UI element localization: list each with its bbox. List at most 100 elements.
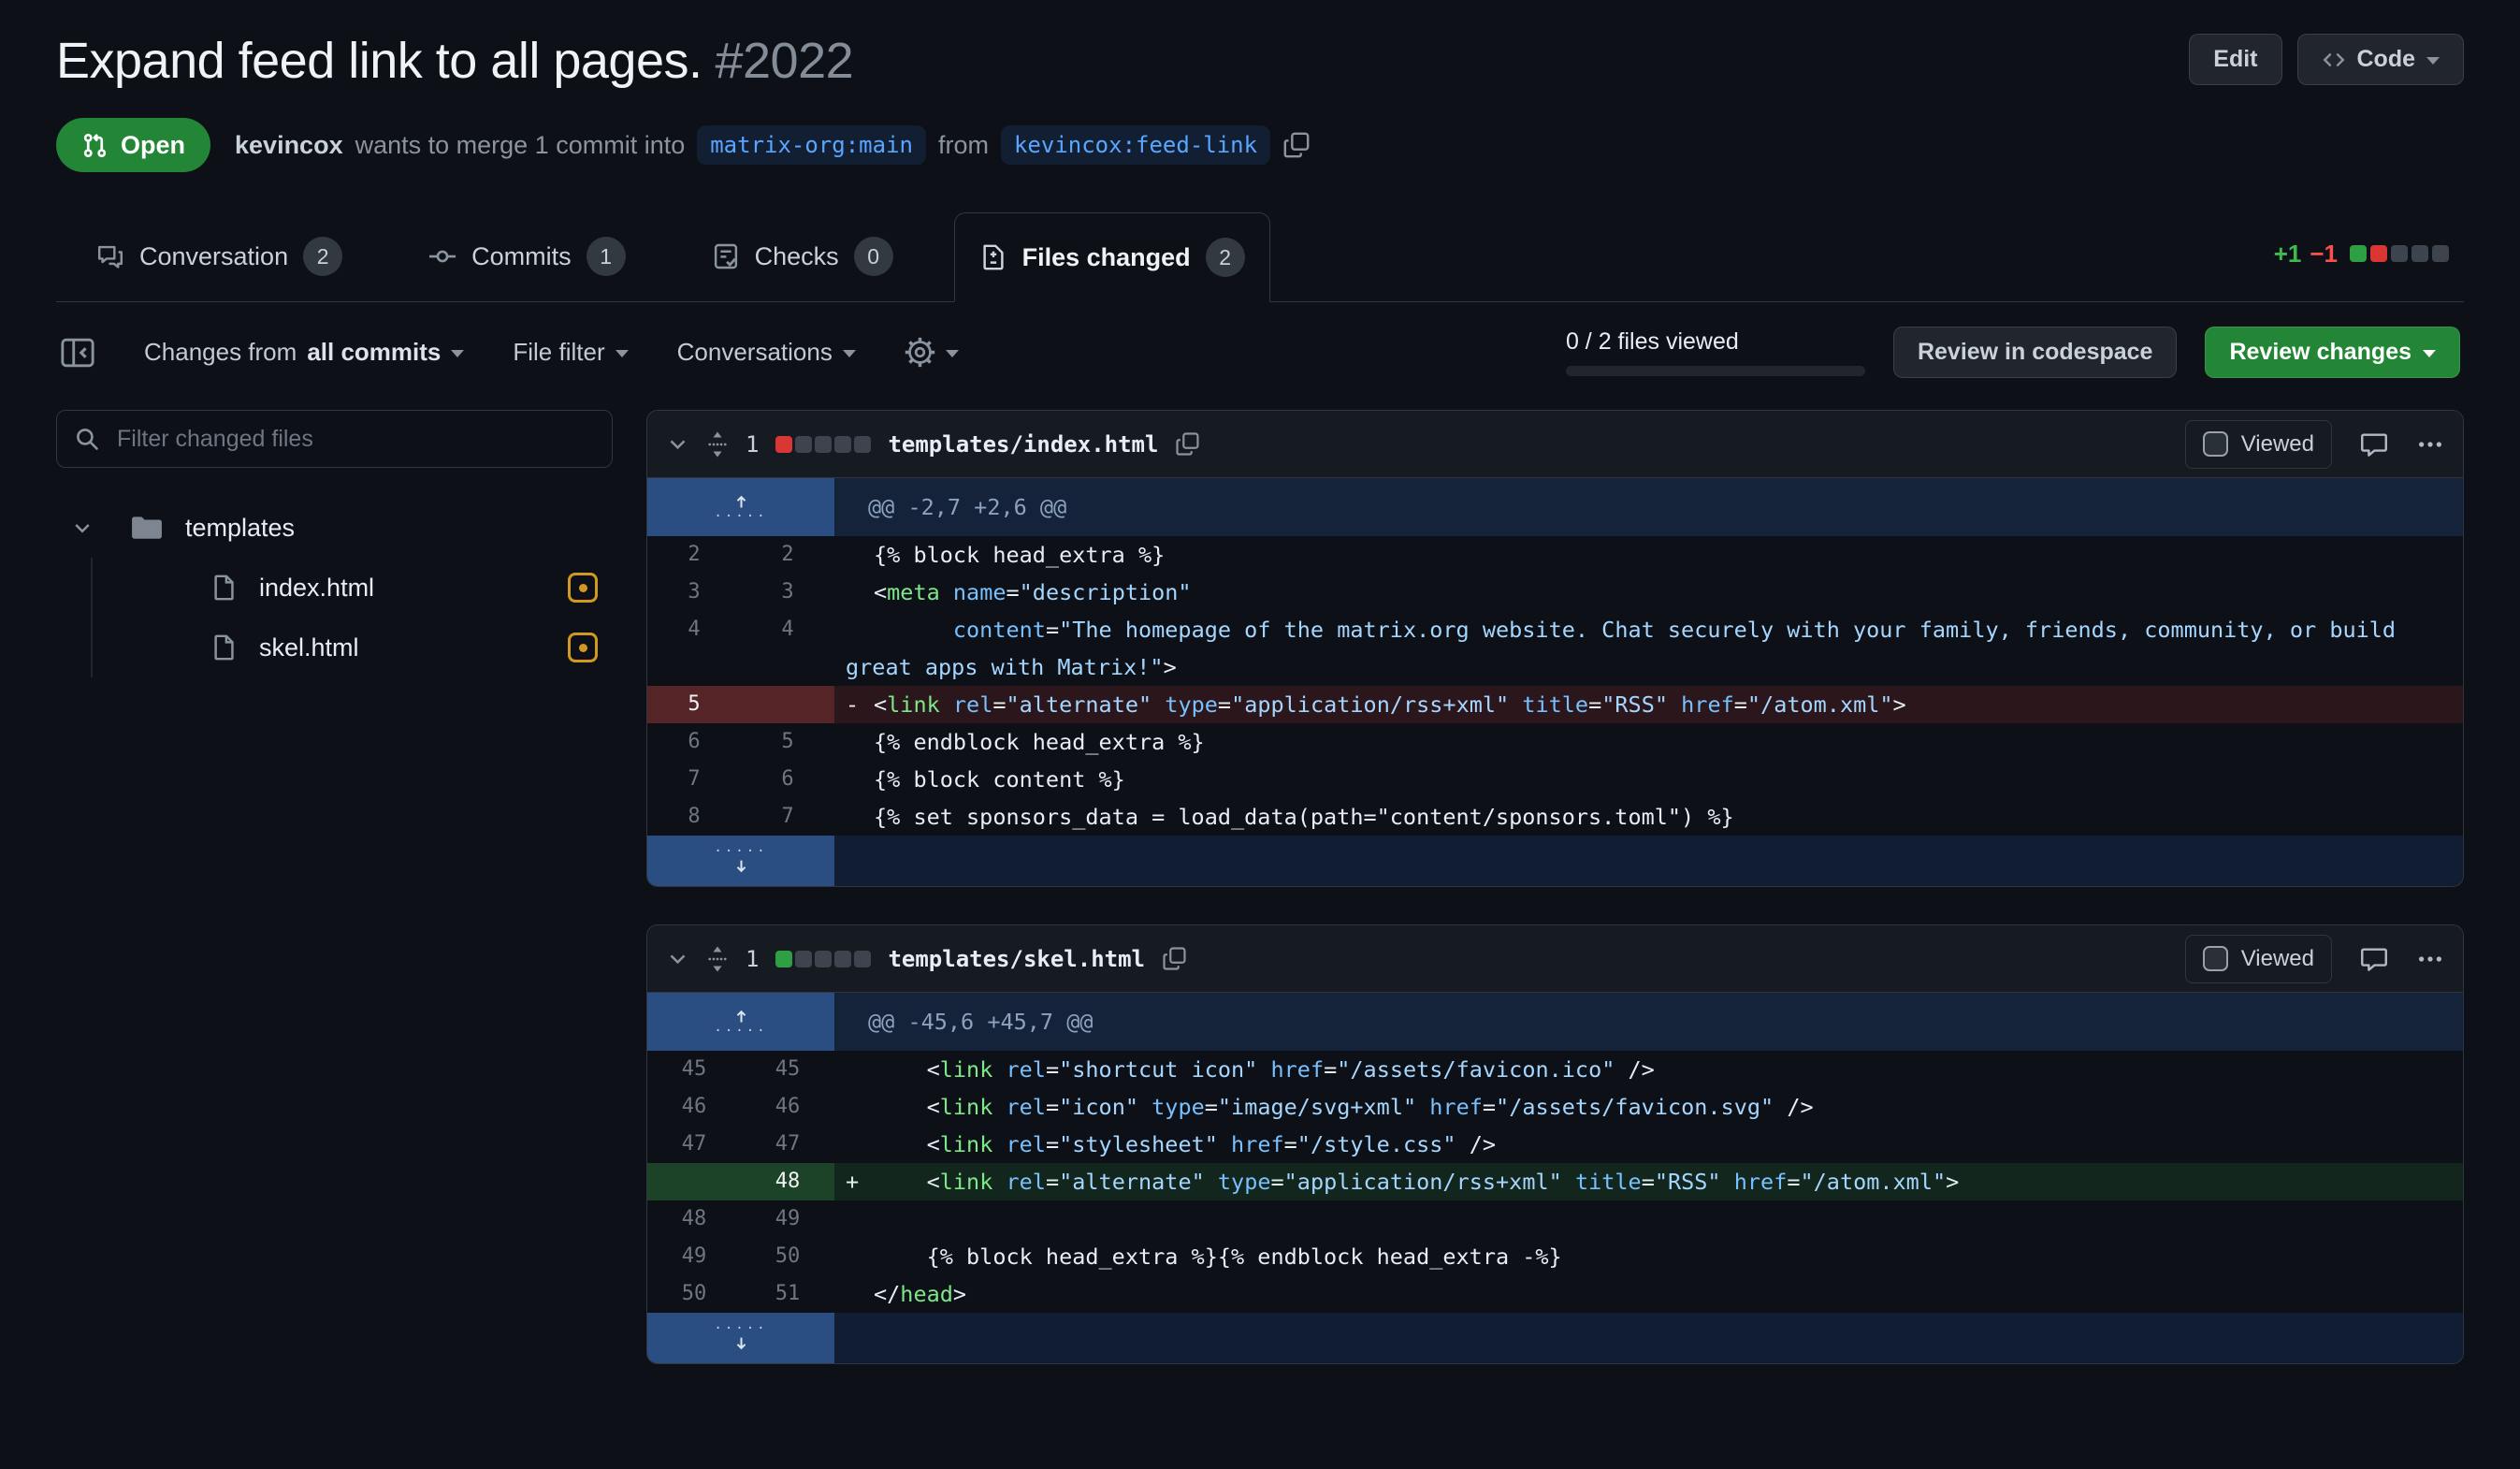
line-number-old[interactable]: 49	[647, 1238, 741, 1275]
diff-line: 44 content="The homepage of the matrix.o…	[647, 611, 2463, 686]
modified-badge	[568, 633, 598, 662]
line-number-new[interactable]: 5	[741, 723, 834, 761]
collapse-diff-button[interactable]	[666, 432, 689, 456]
checklist-icon	[712, 242, 740, 270]
line-number-old[interactable]	[647, 1163, 741, 1200]
diff-table: ·····@@ -45,6 +45,7 @@4545 <link rel="sh…	[647, 993, 2463, 1363]
review-in-codespace-button[interactable]: Review in codespace	[1893, 327, 2178, 378]
file-filter-search[interactable]	[56, 410, 613, 468]
line-number-old[interactable]: 50	[647, 1275, 741, 1313]
tree-file-row[interactable]: skel.html	[93, 618, 613, 677]
drag-handle-icon[interactable]	[706, 430, 729, 458]
comment-icon[interactable]	[2360, 945, 2388, 973]
expand-up-button[interactable]: ·····	[647, 478, 834, 536]
red-square	[775, 436, 792, 453]
viewed-checkbox-button[interactable]: Viewed	[2185, 420, 2332, 469]
collapse-diff-button[interactable]	[666, 947, 689, 970]
neutral-square	[2411, 245, 2428, 262]
line-number-new[interactable]: 3	[741, 574, 834, 611]
changes-from-dropdown[interactable]: Changes from all commits	[144, 338, 464, 367]
chevron-down-icon	[946, 350, 959, 364]
line-number-old[interactable]: 6	[647, 723, 741, 761]
line-number-new[interactable]: 50	[741, 1238, 834, 1275]
line-number-new[interactable]: 49	[741, 1200, 834, 1238]
line-number-old[interactable]: 2	[647, 536, 741, 574]
edit-button[interactable]: Edit	[2189, 34, 2281, 85]
viewed-label: Viewed	[2241, 946, 2314, 972]
line-number-new[interactable]: 45	[741, 1051, 834, 1088]
code-button[interactable]: Code	[2297, 34, 2465, 85]
neutral-square	[854, 436, 871, 453]
copy-icon[interactable]	[1162, 946, 1187, 971]
diff-code: -<link rel="alternate" type="application…	[834, 686, 2463, 723]
line-number-new[interactable]: 7	[741, 798, 834, 836]
viewed-checkbox-button[interactable]: Viewed	[2185, 935, 2332, 983]
filter-files-input[interactable]	[115, 425, 595, 454]
files-viewed-label: 0 / 2 files viewed	[1566, 328, 1865, 356]
file-path[interactable]: templates/index.html	[888, 431, 1158, 458]
tab-conversation[interactable]: Conversation 2	[71, 211, 368, 301]
file-filter-dropdown[interactable]: File filter	[513, 338, 628, 367]
line-number-old[interactable]: 3	[647, 574, 741, 611]
line-number-new[interactable]	[741, 686, 834, 723]
title-row: Expand feed link to all pages.#2022 Edit…	[56, 26, 2464, 90]
line-number-old[interactable]: 48	[647, 1200, 741, 1238]
checkbox-icon[interactable]	[2203, 946, 2228, 971]
chevron-down-icon	[2423, 350, 2436, 364]
kebab-icon[interactable]	[2416, 430, 2444, 458]
line-number-new[interactable]: 2	[741, 536, 834, 574]
git-pull-request-icon	[81, 132, 109, 159]
line-number-old[interactable]: 7	[647, 761, 741, 798]
file-diffstat-squares	[775, 951, 871, 967]
tab-checks[interactable]: Checks 0	[687, 211, 919, 301]
line-number-new[interactable]: 6	[741, 761, 834, 798]
line-number-new[interactable]: 46	[741, 1088, 834, 1126]
diff-marker: -	[846, 686, 874, 723]
file-path[interactable]: templates/skel.html	[888, 946, 1145, 972]
tree-folder-row[interactable]: templates	[56, 498, 613, 558]
drag-handle-icon[interactable]	[706, 945, 729, 973]
expand-up-button[interactable]: ·····	[647, 993, 834, 1051]
sidebar-toggle-icon[interactable]	[60, 335, 95, 371]
file-name: skel.html	[259, 633, 359, 662]
tab-count: 2	[1206, 238, 1245, 277]
chevron-down-icon[interactable]	[71, 516, 94, 539]
line-number-old[interactable]: 45	[647, 1051, 741, 1088]
tree-file-row[interactable]: index.html	[93, 558, 613, 618]
line-number-new[interactable]: 4	[741, 611, 834, 686]
copy-icon[interactable]	[1282, 131, 1311, 159]
green-square	[2350, 245, 2367, 262]
tab-bar: Conversation 2 Commits 1 Checks 0 Files …	[56, 211, 2464, 302]
search-icon	[74, 426, 100, 452]
diff-header-actions: Viewed	[2185, 935, 2444, 983]
additions-count: +1	[2274, 240, 2302, 269]
expand-down-button[interactable]: ·····	[647, 1313, 834, 1363]
copy-icon[interactable]	[1175, 431, 1200, 457]
line-number-old[interactable]: 47	[647, 1126, 741, 1163]
line-number-new[interactable]: 51	[741, 1275, 834, 1313]
expand-down-button[interactable]: ·····	[647, 836, 834, 886]
hunk-header-text: @@ -45,6 +45,7 @@	[834, 993, 2463, 1051]
diff-settings-dropdown[interactable]	[905, 337, 959, 368]
code-icon	[2322, 48, 2346, 72]
tab-files-changed[interactable]: Files changed 2	[954, 212, 1270, 302]
kebab-icon[interactable]	[2416, 945, 2444, 973]
hunk-header-row: ·····@@ -2,7 +2,6 @@	[647, 478, 2463, 536]
diff-code: <link rel="shortcut icon" href="/assets/…	[834, 1051, 2463, 1088]
line-number-old[interactable]: 8	[647, 798, 741, 836]
author-name[interactable]: kevincox	[235, 131, 343, 160]
diff-toolbar: Changes from all commits File filter Con…	[56, 302, 2464, 395]
line-number-old[interactable]: 5	[647, 686, 741, 723]
line-number-old[interactable]: 4	[647, 611, 741, 686]
comment-icon[interactable]	[2360, 430, 2388, 458]
line-number-old[interactable]: 46	[647, 1088, 741, 1126]
diff-code: content="The homepage of the matrix.org …	[834, 611, 2463, 686]
conversations-dropdown[interactable]: Conversations	[677, 338, 856, 367]
review-changes-button[interactable]: Review changes	[2205, 327, 2460, 378]
base-branch-label[interactable]: matrix-org:main	[697, 125, 926, 165]
line-number-new[interactable]: 48	[741, 1163, 834, 1200]
head-branch-label[interactable]: kevincox:feed-link	[1001, 125, 1270, 165]
tab-commits[interactable]: Commits 1	[403, 211, 651, 301]
checkbox-icon[interactable]	[2203, 431, 2228, 457]
line-number-new[interactable]: 47	[741, 1126, 834, 1163]
